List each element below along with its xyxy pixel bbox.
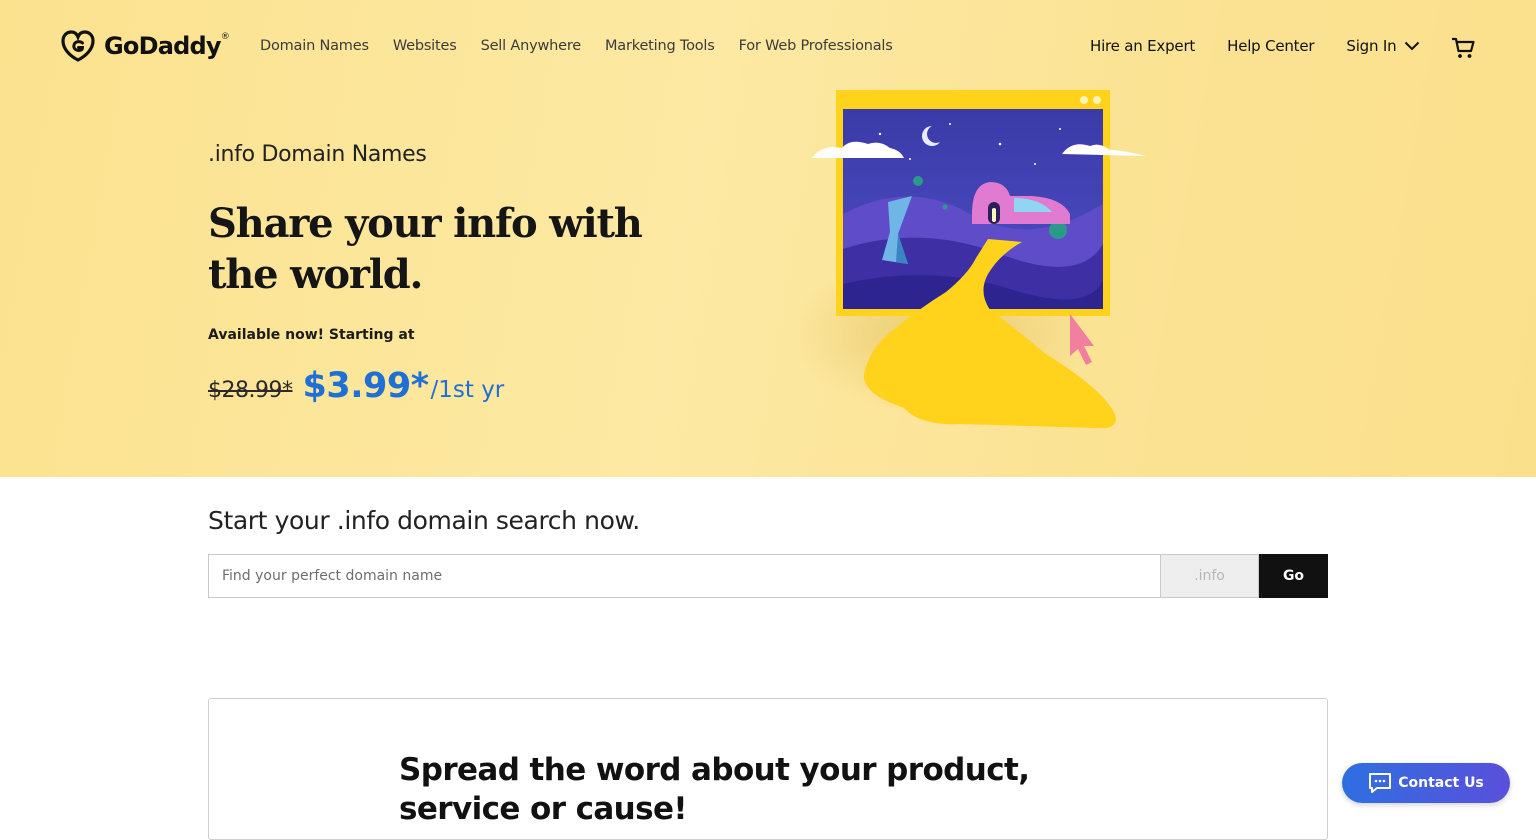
price-term: /1st yr — [430, 377, 505, 403]
price-row: $28.99* $3.99* /1st yr — [208, 366, 504, 406]
nav-domain-names[interactable]: Domain Names — [260, 38, 369, 54]
availability-text: Available now! Starting at — [208, 327, 415, 343]
cart-icon — [1452, 37, 1475, 58]
tld-suffix: .info — [1160, 554, 1259, 598]
top-nav: GoDaddy® Domain Names Websites Sell Anyw… — [0, 0, 1536, 96]
go-button[interactable]: Go — [1259, 554, 1328, 598]
contact-us-button[interactable]: Contact Us — [1342, 763, 1510, 803]
godaddy-logo[interactable]: GoDaddy® — [60, 28, 230, 64]
chat-bubble-icon — [1369, 773, 1392, 793]
domain-search-bar: .info Go — [208, 554, 1328, 598]
hero-illustration — [800, 90, 1146, 429]
hero-section: GoDaddy® Domain Names Websites Sell Anyw… — [0, 0, 1536, 477]
hero-eyebrow: .info Domain Names — [208, 142, 427, 167]
primary-nav: Domain Names Websites Sell Anywhere Mark… — [260, 38, 893, 54]
sign-in-menu[interactable]: Sign In — [1346, 37, 1420, 55]
promo-card: Spread the word about your product, serv… — [208, 698, 1328, 840]
chevron-down-icon — [1405, 41, 1420, 51]
cart-button[interactable] — [1450, 36, 1476, 65]
nav-for-web-professionals[interactable]: For Web Professionals — [739, 38, 893, 54]
nav-sell-anywhere[interactable]: Sell Anywhere — [481, 38, 582, 54]
search-title: Start your .info domain search now. — [208, 506, 640, 535]
help-center-link[interactable]: Help Center — [1227, 37, 1314, 55]
hero-headline: Share your info with the world. — [208, 200, 643, 298]
contact-us-label: Contact Us — [1398, 775, 1484, 791]
utility-nav: Hire an Expert Help Center Sign In — [1090, 37, 1420, 55]
domain-search-input[interactable] — [208, 554, 1160, 598]
godaddy-heart-logo-icon — [61, 30, 95, 62]
logo-wordmark: GoDaddy® — [104, 32, 230, 60]
nav-marketing-tools[interactable]: Marketing Tools — [605, 38, 715, 54]
promo-card-heading: Spread the word about your product, serv… — [399, 752, 1030, 827]
new-price: $3.99* — [302, 366, 429, 406]
hire-expert-link[interactable]: Hire an Expert — [1090, 37, 1195, 55]
nav-websites[interactable]: Websites — [393, 38, 457, 54]
old-price: $28.99* — [208, 378, 293, 403]
sign-in-label: Sign In — [1346, 37, 1397, 55]
